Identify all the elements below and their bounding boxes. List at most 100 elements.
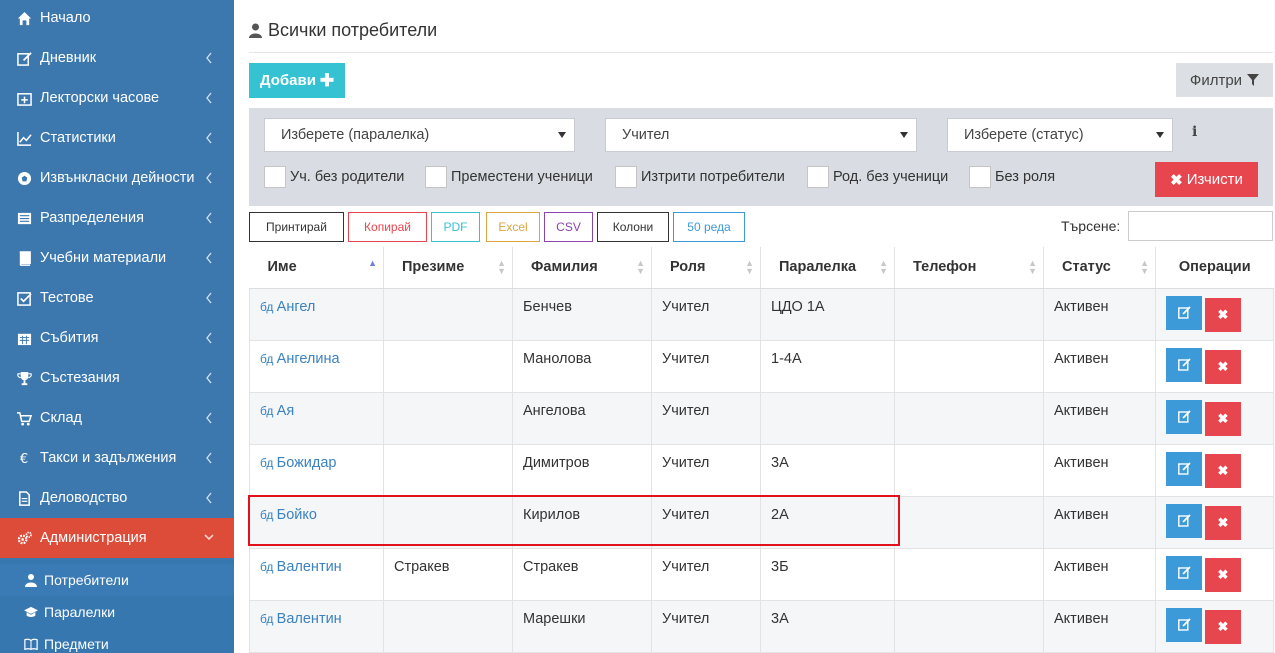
sidebar: Начало Дневник Лекторски часове Статистики И… — [0, 0, 234, 653]
edit-button[interactable] — [1166, 607, 1202, 642]
class-select[interactable]: Изберете (паралелка) — [264, 118, 575, 152]
edit-button[interactable] — [1166, 295, 1202, 330]
info-icon[interactable]: i — [1192, 124, 1197, 140]
add-button[interactable]: Добави ✚ — [249, 63, 345, 98]
sidebar-item[interactable]: Тестове — [0, 278, 234, 318]
column-header[interactable]: Презиме ▲ ▼ — [383, 247, 513, 289]
column-header[interactable]: Фамилия ▲ ▼ — [512, 247, 652, 289]
checkbox-box[interactable] — [615, 166, 637, 188]
delete-button[interactable]: ✖ — [1205, 402, 1241, 436]
checkbox-deleted-users[interactable]: Изтрити потребители — [615, 166, 785, 188]
sidebar-item[interactable]: Състезания — [0, 358, 234, 398]
edit-button[interactable] — [1166, 347, 1202, 382]
clear-button[interactable]: ✖ Изчисти — [1155, 162, 1258, 197]
table-cell[interactable]: бд Валентин — [249, 547, 384, 601]
user-name-link[interactable]: Ая — [277, 403, 295, 419]
role-select[interactable]: Учител — [605, 118, 917, 152]
status-select[interactable]: Изберете (статус) — [947, 118, 1173, 152]
edit-icon — [1177, 358, 1191, 371]
table-cell[interactable]: бд Валентин — [249, 599, 384, 653]
column-header[interactable]: Роля ▲ ▼ — [651, 247, 761, 289]
table-cell — [383, 339, 513, 393]
delete-button[interactable]: ✖ — [1205, 350, 1241, 384]
sidebar-item[interactable]: Дневник — [0, 38, 234, 78]
sidebar-item-label: Деловодство — [40, 490, 128, 506]
sidebar-item[interactable]: Лекторски часове — [0, 78, 234, 118]
delete-button[interactable]: ✖ — [1205, 506, 1241, 540]
column-header[interactable]: Телефон ▲ ▼ — [894, 247, 1044, 289]
edit-button[interactable] — [1166, 399, 1202, 434]
sidebar-item[interactable]: Събития — [0, 318, 234, 358]
edit-button[interactable] — [1166, 503, 1202, 538]
sidebar-subitem[interactable]: Паралелки — [0, 596, 234, 628]
table-cell[interactable]: бд Бойко — [249, 495, 384, 549]
checkbox-box[interactable] — [264, 166, 286, 188]
edit-button[interactable] — [1166, 451, 1202, 486]
edit-icon — [1177, 410, 1191, 423]
user-name-link[interactable]: Валентин — [277, 559, 342, 575]
column-header[interactable]: Име ▲ — [249, 247, 384, 289]
table-cell: Ангелова — [512, 391, 652, 445]
chevron-down-icon — [204, 534, 214, 541]
user-icon — [249, 23, 262, 38]
export-button[interactable]: 50 реда — [673, 212, 745, 242]
sidebar-item[interactable]: Склад — [0, 398, 234, 438]
export-button[interactable]: Копирай — [348, 212, 427, 242]
filter-icon — [1247, 74, 1260, 86]
checkbox-box[interactable] — [425, 166, 447, 188]
sort-icon: ▲ ▼ — [497, 258, 506, 276]
sidebar-item[interactable]: € Такси и задължения — [0, 438, 234, 478]
table-cell[interactable]: бд Божидар — [249, 443, 384, 497]
user-name-link[interactable]: Ангелина — [277, 351, 340, 367]
checkbox-parents-no-students[interactable]: Род. без ученици — [807, 166, 948, 188]
table-cell: Стракев — [383, 547, 513, 601]
column-header[interactable]: Паралелка ▲ ▼ — [760, 247, 895, 289]
checkbox-box[interactable] — [969, 166, 991, 188]
sidebar-subitem[interactable]: Предмети — [0, 628, 234, 653]
sidebar-item[interactable]: Начало — [0, 0, 234, 38]
glasses-icon: бд — [260, 559, 277, 574]
filter-button[interactable]: Филтри — [1176, 63, 1273, 97]
edit-icon — [1177, 514, 1191, 527]
table-cell[interactable]: бд Ангел — [249, 287, 384, 341]
table-cell — [894, 599, 1044, 653]
edit-button[interactable] — [1166, 555, 1202, 590]
sidebar-item[interactable]: Разпределения — [0, 198, 234, 238]
chevron-left-icon — [206, 492, 212, 504]
checkbox-moved-students[interactable]: Преместени ученици — [425, 166, 593, 188]
glasses-icon: бд — [260, 403, 277, 418]
checkbox-box[interactable] — [807, 166, 829, 188]
search-input[interactable] — [1128, 211, 1273, 241]
export-button[interactable]: Excel — [486, 212, 540, 242]
table-header-row: Име ▲ Презиме ▲ ▼ Фамилия ▲ ▼ Роля ▲ ▼ Паралелка ▲ ▼ Т… — [249, 247, 1274, 289]
delete-button[interactable]: ✖ — [1205, 610, 1241, 644]
sidebar-item[interactable]: Статистики — [0, 118, 234, 158]
export-button[interactable]: Колони — [597, 212, 669, 242]
delete-button[interactable]: ✖ — [1205, 454, 1241, 488]
delete-button[interactable]: ✖ — [1205, 298, 1241, 332]
sidebar-item[interactable]: Извънкласни дейности — [0, 158, 234, 198]
user-name-link[interactable]: Валентин — [277, 611, 342, 627]
checkbox-students-no-parents[interactable]: Уч. без родители — [264, 166, 404, 188]
sidebar-item[interactable]: Деловодство — [0, 478, 234, 518]
table-cell: Манолова — [512, 339, 652, 393]
table-row: бд Ая Ангелова Учител Активен ✖ — [249, 391, 1274, 445]
table-cell[interactable]: бд Ангелина — [249, 339, 384, 393]
checkbox-no-role[interactable]: Без роля — [969, 166, 1055, 188]
chevron-left-icon — [206, 332, 212, 344]
delete-button[interactable]: ✖ — [1205, 558, 1241, 592]
export-button[interactable]: PDF — [431, 212, 480, 242]
sidebar-item-label: Статистики — [40, 130, 116, 146]
sidebar-subitem[interactable]: Потребители — [0, 564, 234, 596]
sidebar-subitem-label: Паралелки — [44, 604, 116, 620]
user-name-link[interactable]: Божидар — [277, 455, 337, 471]
table-cell[interactable]: бд Ая — [249, 391, 384, 445]
user-name-link[interactable]: Бойко — [277, 507, 317, 523]
column-header[interactable]: Статус ▲ ▼ — [1043, 247, 1156, 289]
export-button[interactable]: CSV — [544, 212, 593, 242]
sidebar-item[interactable]: Учебни материали — [0, 238, 234, 278]
sidebar-item-label: Състезания — [40, 370, 120, 386]
sidebar-item[interactable]: Администрация — [0, 518, 234, 558]
export-button[interactable]: Принтирай — [249, 212, 344, 242]
user-name-link[interactable]: Ангел — [277, 299, 316, 315]
